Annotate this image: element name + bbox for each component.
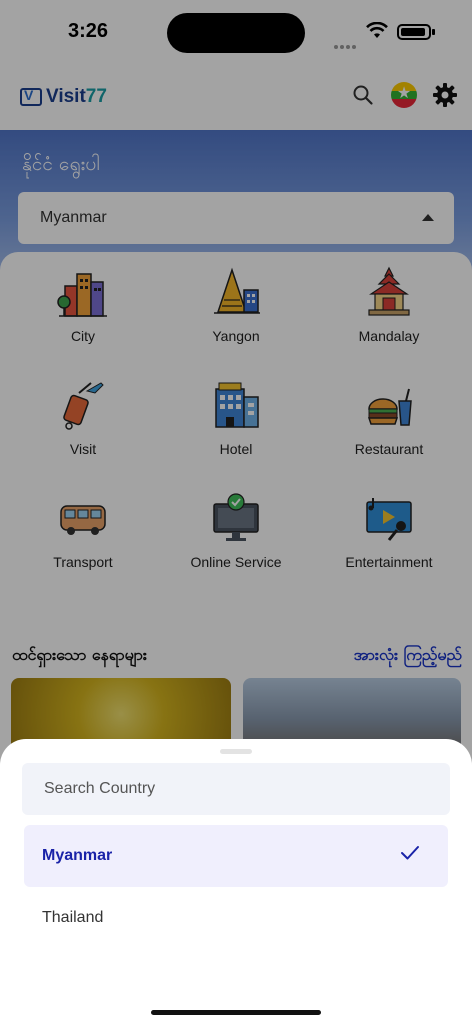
country-picker-sheet: Myanmar Thailand [0,739,472,1024]
search-country-field[interactable] [22,763,450,815]
country-option-label: Thailand [42,909,104,926]
country-option-thailand[interactable]: Thailand [24,887,448,949]
home-indicator[interactable] [151,1010,321,1015]
sheet-grabber[interactable] [220,749,252,754]
checkmark-icon [400,845,420,866]
country-option-label: Myanmar [42,847,113,864]
search-country-input[interactable] [22,763,450,815]
country-option-myanmar[interactable]: Myanmar [24,825,448,887]
